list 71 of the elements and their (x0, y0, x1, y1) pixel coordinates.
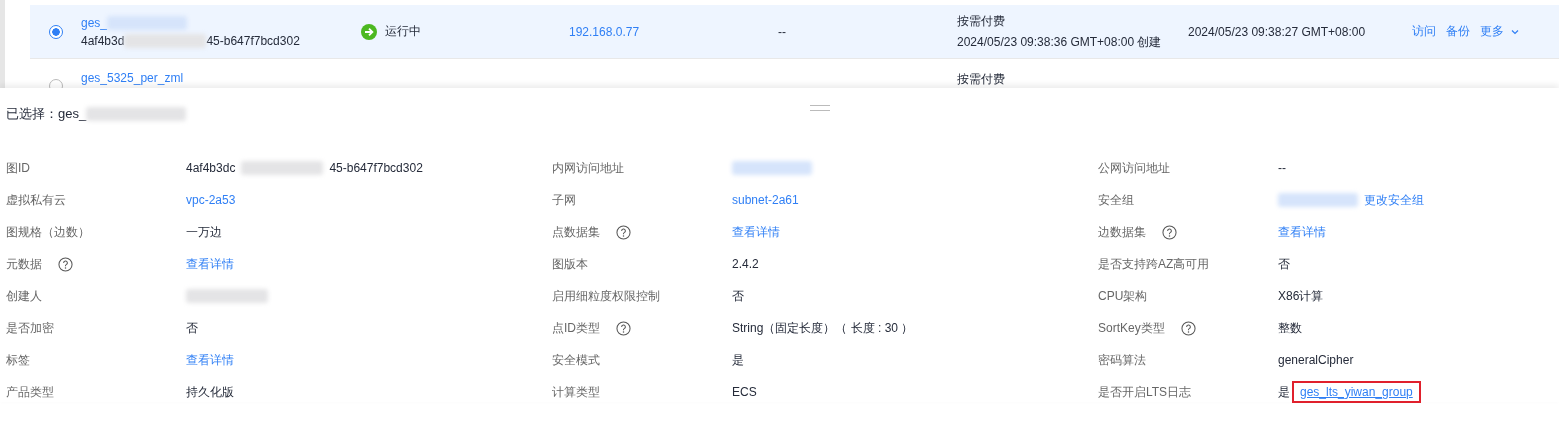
field-label: 是否加密 (6, 319, 54, 337)
field-label: 子网 (552, 191, 576, 209)
field-value: 持久化版 (186, 383, 234, 401)
field-value: 45-b647f7bcd302 (329, 161, 423, 175)
field-label: 密码算法 (1098, 351, 1146, 369)
running-status-icon (361, 23, 377, 40)
field-label: 创建人 (6, 287, 42, 305)
field-value: X86计算 (1278, 287, 1324, 305)
table-row[interactable]: ges_ 4af4b3d 45-b647f7bcd302 运行中 192.168.0.77 -- 按需付费 2024/05/23 09:38:36 GMT+08:00 创建 2024/05/23 09:38:27 GMT+08:00 访问 备份 更多 (30, 5, 1559, 59)
field-label: 图规格（边数） (6, 223, 90, 241)
field-value: 2.4.2 (732, 257, 759, 271)
help-icon[interactable] (58, 256, 73, 272)
instance-id: 4af4b3d (81, 33, 125, 48)
field-label: 是否开启LTS日志 (1098, 383, 1192, 401)
field-link[interactable]: 更改安全组 (1364, 191, 1424, 209)
field-label: SortKey类型 (1098, 319, 1165, 337)
field-label: 公网访问地址 (1098, 159, 1170, 177)
status-text: 运行中 (385, 23, 421, 40)
field-label: 点ID类型 (552, 319, 600, 337)
created-time-text: 2024/05/23 09:38:36 GMT+08:00 创建 (957, 33, 1163, 51)
field-label: 产品类型 (6, 383, 54, 401)
action-link[interactable]: 访问 (1412, 23, 1436, 40)
billing-mode-text: 按需付费 (957, 71, 1006, 88)
field-link[interactable]: subnet-2a61 (732, 193, 799, 207)
field-link[interactable]: 查看详情 (732, 223, 780, 241)
radio-button[interactable] (48, 24, 63, 39)
field-label: 是否支持跨AZ高可用 (1098, 255, 1210, 273)
field-label: 计算类型 (552, 383, 600, 401)
field-link[interactable]: 查看详情 (186, 255, 234, 273)
field-label: 安全模式 (552, 351, 600, 369)
drag-handle-icon[interactable] (810, 105, 830, 111)
selected-instance-label: 已选择：ges_ (6, 105, 87, 123)
instance-name[interactable]: ges_ (81, 15, 108, 30)
help-icon[interactable] (616, 320, 631, 336)
field-label: 边数据集 (1098, 223, 1146, 241)
field-label: 图ID (6, 159, 30, 177)
private-ip-link[interactable]: 192.168.0.77 (569, 24, 640, 39)
field-label: 点数据集 (552, 223, 600, 241)
public-ip-text: -- (778, 24, 786, 39)
field-value: 否 (186, 319, 198, 337)
field-value: 是 (1278, 383, 1290, 401)
field-value: generalCipher (1278, 353, 1354, 367)
field-value: 否 (732, 287, 744, 305)
field-label: 标签 (6, 351, 30, 369)
field-value: 是 (732, 351, 744, 369)
more-dropdown[interactable]: 更多 (1480, 23, 1520, 40)
field-label: 元数据 (6, 255, 42, 273)
billing-mode-text: 按需付费 (957, 12, 1006, 30)
field-link[interactable]: 查看详情 (186, 351, 234, 369)
field-value: -- (1278, 161, 1286, 175)
field-label: 虚拟私有云 (6, 191, 66, 209)
field-link[interactable]: 查看详情 (1278, 223, 1326, 241)
field-label: 启用细粒度权限控制 (552, 287, 660, 305)
updated-time-text: 2024/05/23 09:38:27 GMT+08:00 (1188, 24, 1366, 39)
field-value: 一万边 (186, 223, 222, 241)
field-label: 图版本 (552, 255, 588, 273)
field-value: String（固定长度）（ 长度 : 30 ） (732, 319, 914, 337)
field-link[interactable]: vpc-2a53 (186, 193, 236, 207)
help-icon[interactable] (616, 224, 631, 240)
field-value: ECS (732, 385, 757, 399)
instance-name[interactable]: ges_5325_per_zml (81, 71, 184, 85)
field-label: 内网访问地址 (552, 159, 624, 177)
instance-id: 45-b647f7bcd302 (206, 33, 300, 48)
field-label: 安全组 (1098, 191, 1134, 209)
help-icon[interactable] (1180, 320, 1196, 336)
help-icon[interactable] (1162, 224, 1177, 240)
field-value: 整数 (1278, 319, 1302, 337)
field-value: 4af4b3dc (186, 161, 236, 175)
field-label: CPU架构 (1098, 287, 1148, 305)
action-link[interactable]: 备份 (1446, 23, 1470, 40)
field-value: 否 (1278, 255, 1290, 273)
